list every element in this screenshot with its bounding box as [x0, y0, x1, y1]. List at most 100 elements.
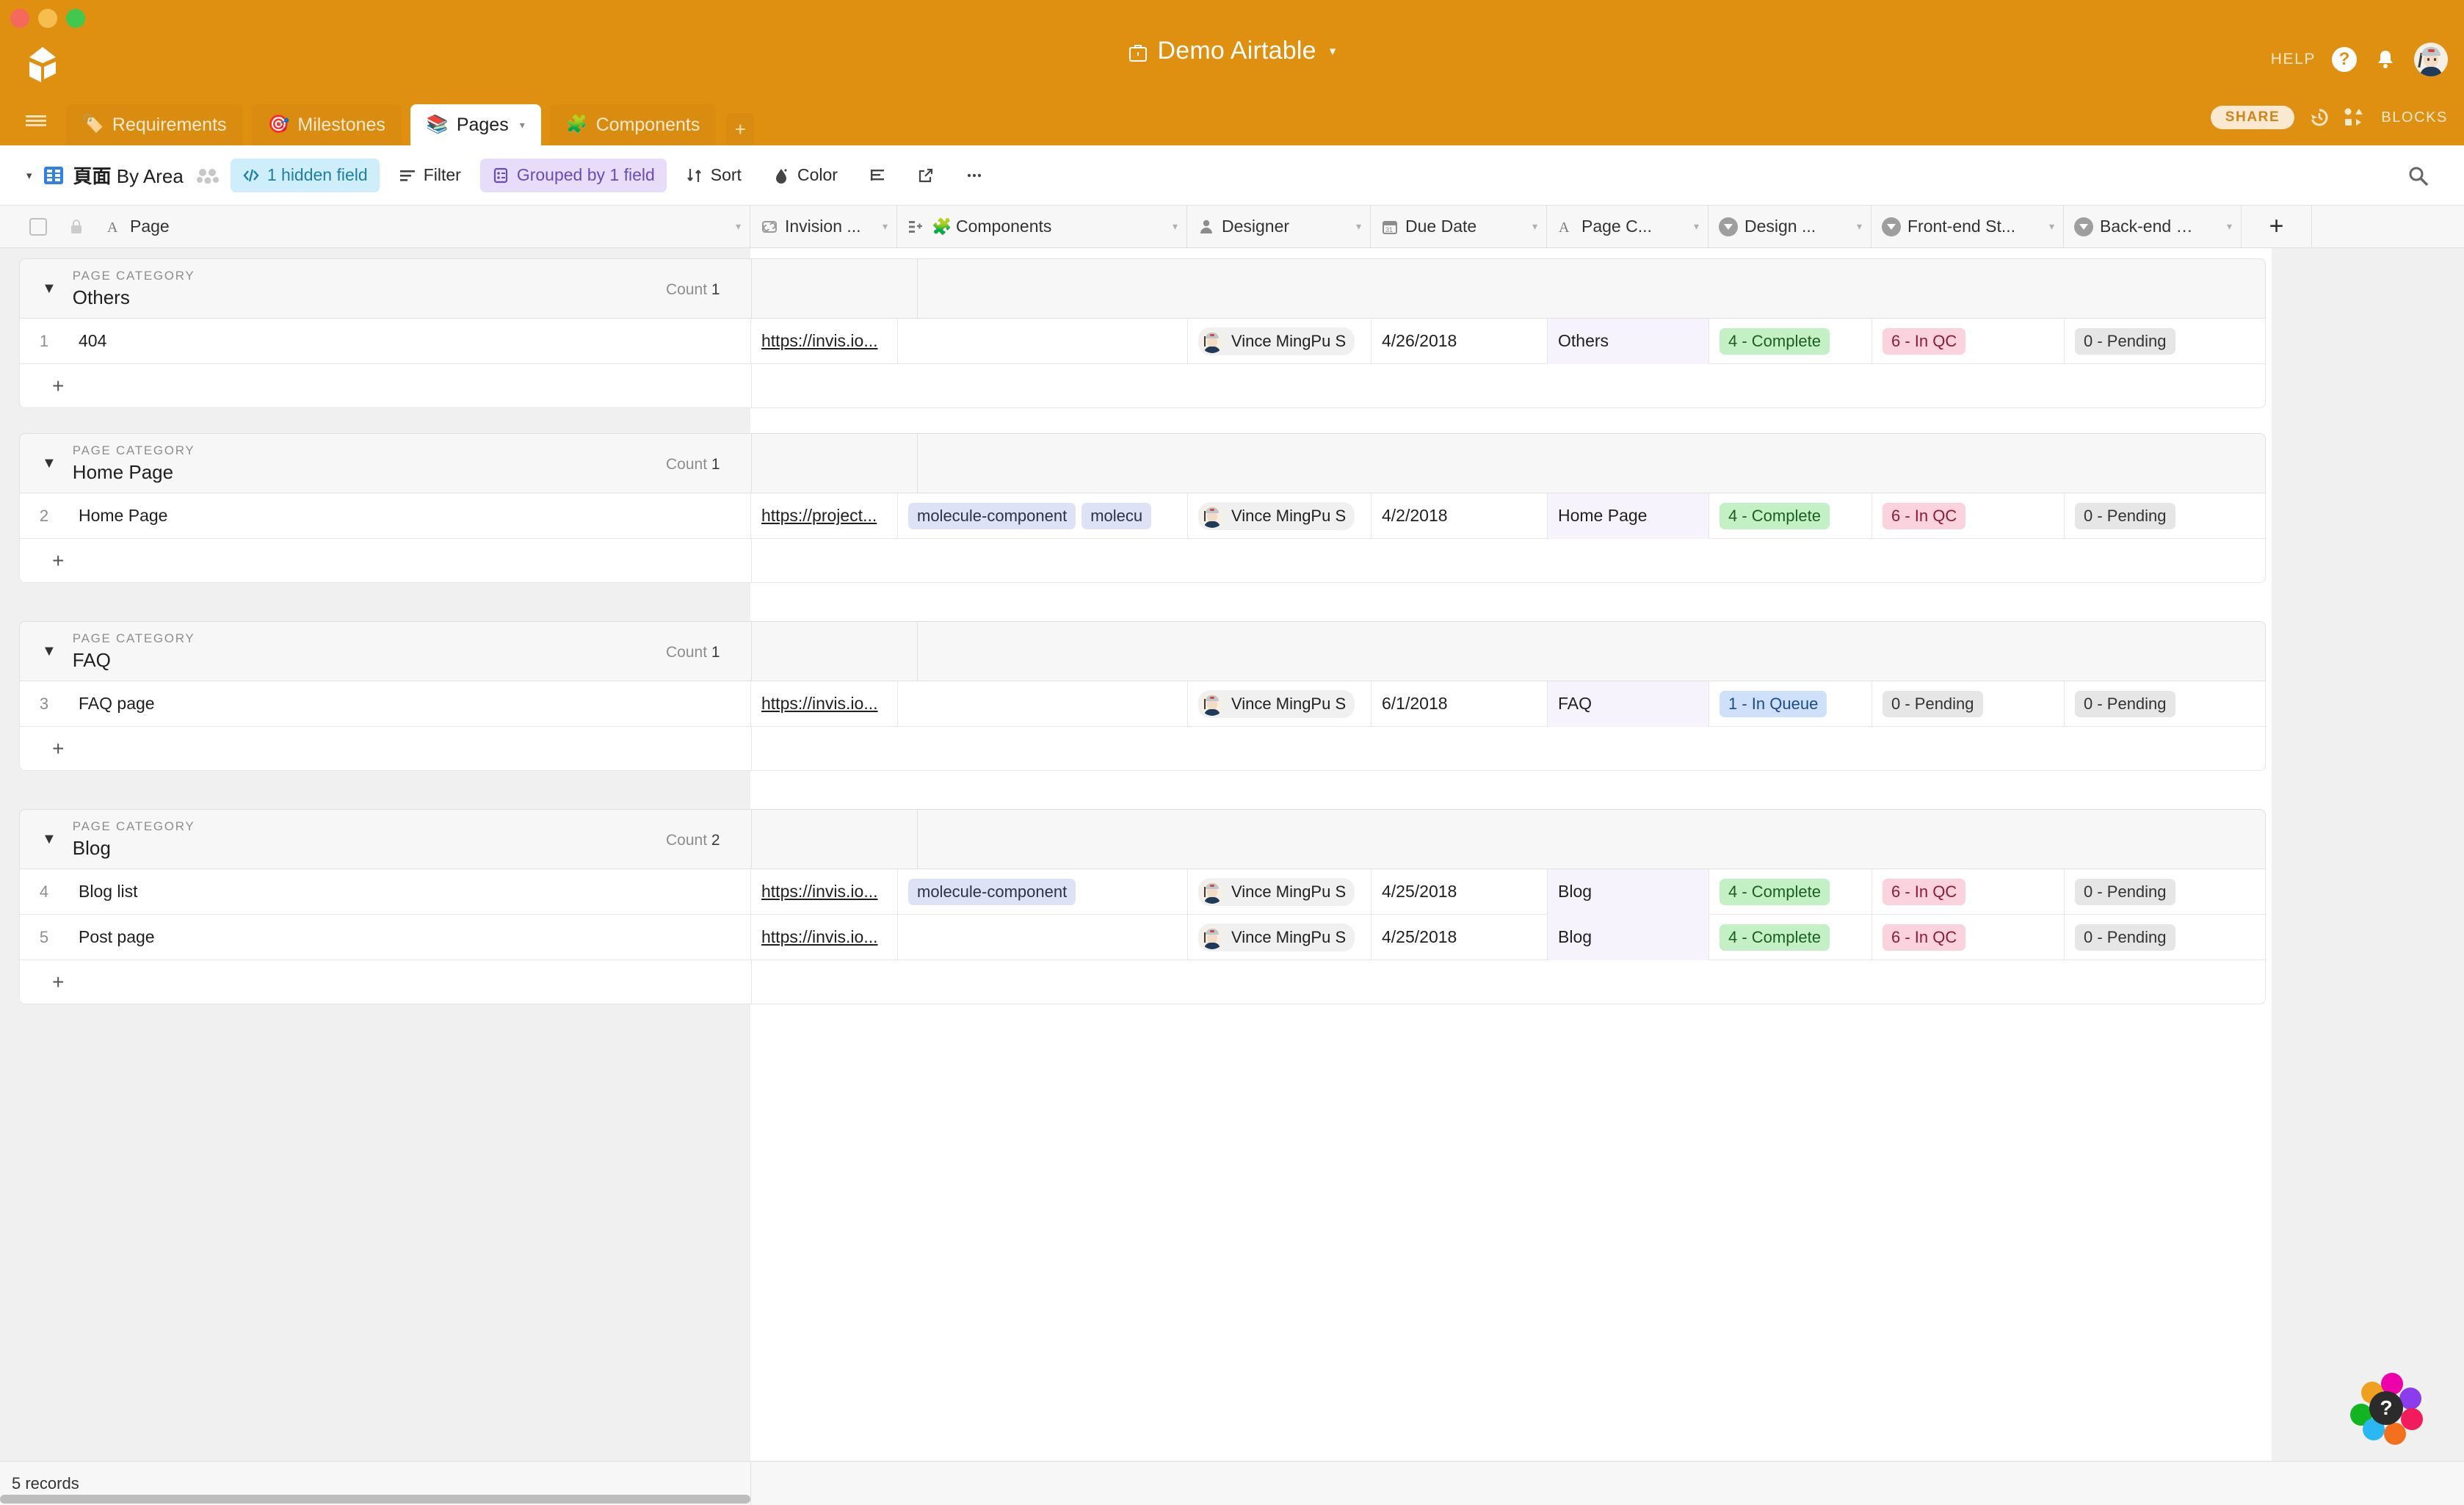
cell-frontend-status[interactable]: 6 - In QC: [1872, 914, 2065, 960]
group-button[interactable]: Grouped by 1 field: [479, 158, 667, 192]
cell-page-category[interactable]: Home Page: [1548, 493, 1709, 539]
cell-frontend-status[interactable]: 0 - Pending: [1872, 681, 2065, 727]
cell-designer[interactable]: Vince MingPu S: [1188, 868, 1371, 915]
cell-page[interactable]: Home Page: [68, 493, 751, 539]
cell-backend-status[interactable]: 0 - Pending: [2065, 493, 2242, 539]
table-row[interactable]: 3 FAQ page https://invis.io... Vince Min…: [19, 681, 2266, 727]
cell-components[interactable]: molecule-component molecu: [898, 493, 1188, 539]
bell-icon[interactable]: [2373, 47, 2398, 72]
cell-components[interactable]: [898, 318, 1188, 364]
window-close-button[interactable]: [10, 9, 29, 28]
cell-invision[interactable]: https://project...: [751, 493, 898, 539]
row-height-button[interactable]: [857, 159, 898, 192]
cell-page-category[interactable]: Others: [1548, 318, 1709, 364]
cell-components[interactable]: [898, 914, 1188, 960]
invision-link[interactable]: https://invis.io...: [761, 927, 878, 947]
table-row[interactable]: 1 404 https://invis.io... Vince MingPu S…: [19, 318, 2266, 364]
hamburger-menu-icon[interactable]: [15, 95, 57, 145]
cell-components[interactable]: [898, 681, 1188, 727]
sort-button[interactable]: Sort: [674, 159, 753, 192]
invision-link[interactable]: https://invis.io...: [761, 694, 878, 714]
field-header-due-date[interactable]: 31 Due Date ▾: [1371, 205, 1547, 248]
help-widget[interactable]: ?: [2349, 1371, 2423, 1445]
cell-backend-status[interactable]: 0 - Pending: [2065, 915, 2242, 960]
cell-page[interactable]: Post page: [68, 914, 751, 960]
tab-milestones[interactable]: 🎯 Milestones: [251, 104, 402, 145]
cell-page[interactable]: Blog list: [68, 868, 751, 915]
field-header-invision[interactable]: Invision ... ▾: [750, 205, 897, 248]
invision-link[interactable]: https://invis.io...: [761, 331, 878, 351]
cell-invision[interactable]: https://invis.io...: [751, 868, 898, 915]
more-options-button[interactable]: [954, 159, 995, 192]
add-table-button[interactable]: +: [726, 113, 755, 145]
group-header-home-page[interactable]: ▼ PAGE CATEGORY Home Page Count 1: [19, 433, 2266, 494]
cell-design-status[interactable]: 1 - In Queue: [1709, 681, 1872, 727]
group-collapse-caret-icon[interactable]: ▼: [42, 280, 57, 297]
field-header-page[interactable]: A Page ▾: [0, 205, 750, 248]
table-row[interactable]: 5 Post page https://invis.io... Vince Mi…: [19, 914, 2266, 960]
cell-invision[interactable]: https://invis.io...: [751, 318, 898, 364]
add-row-button[interactable]: +: [19, 364, 2266, 408]
select-all-checkbox[interactable]: [29, 217, 47, 236]
cell-page[interactable]: FAQ page: [68, 681, 751, 727]
base-title-caret-icon[interactable]: ▾: [1330, 44, 1336, 59]
cell-backend-status[interactable]: 0 - Pending: [2065, 319, 2242, 364]
field-header-designer[interactable]: Designer ▾: [1187, 205, 1371, 248]
tab-pages[interactable]: 📚 Pages ▾: [410, 104, 541, 145]
cell-frontend-status[interactable]: 6 - In QC: [1872, 493, 2065, 539]
field-header-page-category[interactable]: A Page C... ▾: [1547, 205, 1709, 248]
base-title[interactable]: Demo Airtable ▾: [0, 37, 2464, 65]
group-collapse-caret-icon[interactable]: ▼: [42, 643, 57, 660]
cell-page-category[interactable]: FAQ: [1548, 681, 1709, 727]
tab-pages-caret-icon[interactable]: ▾: [520, 119, 525, 131]
cell-backend-status[interactable]: 0 - Pending: [2065, 869, 2242, 915]
cell-designer[interactable]: Vince MingPu S: [1188, 318, 1371, 364]
field-header-components[interactable]: 🧩 Components ▾: [897, 205, 1187, 248]
add-row-button[interactable]: +: [19, 539, 2266, 583]
collaborators-icon[interactable]: [196, 167, 219, 184]
cell-page[interactable]: 404: [68, 318, 751, 364]
question-circle-icon[interactable]: ?: [2332, 47, 2357, 72]
field-header-components-caret-icon[interactable]: ▾: [1173, 220, 1178, 233]
cell-designer[interactable]: Vince MingPu S: [1188, 493, 1371, 539]
field-header-invision-caret-icon[interactable]: ▾: [883, 220, 888, 233]
cell-due-date[interactable]: 4/25/2018: [1371, 868, 1548, 915]
horizontal-scrollbar[interactable]: [0, 1495, 750, 1504]
invision-link[interactable]: https://project...: [761, 506, 877, 526]
add-row-button[interactable]: +: [19, 727, 2266, 771]
field-header-page-category-caret-icon[interactable]: ▾: [1694, 220, 1699, 233]
cell-due-date[interactable]: 4/26/2018: [1371, 318, 1548, 364]
field-header-frontend-status[interactable]: Front-end St... ▾: [1871, 205, 2064, 248]
table-row[interactable]: 4 Blog list https://invis.io... molecule…: [19, 868, 2266, 915]
tab-components[interactable]: 🧩 Components: [549, 104, 717, 145]
group-collapse-caret-icon[interactable]: ▼: [42, 455, 57, 472]
field-header-designer-caret-icon[interactable]: ▾: [1356, 220, 1361, 233]
cell-designer[interactable]: Vince MingPu S: [1188, 681, 1371, 727]
filter-button[interactable]: Filter: [387, 159, 473, 192]
cell-frontend-status[interactable]: 6 - In QC: [1872, 868, 2065, 915]
hidden-fields-button[interactable]: 1 hidden field: [230, 158, 380, 192]
invision-link[interactable]: https://invis.io...: [761, 882, 878, 902]
cell-invision[interactable]: https://invis.io...: [751, 681, 898, 727]
field-header-backend-status[interactable]: Back-end S... ▾: [2064, 205, 2242, 248]
field-header-design-status-caret-icon[interactable]: ▾: [1857, 220, 1862, 233]
share-view-button[interactable]: [905, 159, 946, 192]
color-button[interactable]: Color: [761, 159, 849, 192]
cell-due-date[interactable]: 4/2/2018: [1371, 493, 1548, 539]
search-icon[interactable]: [2407, 164, 2430, 188]
cell-design-status[interactable]: 4 - Complete: [1709, 914, 1872, 960]
group-collapse-caret-icon[interactable]: ▼: [42, 831, 57, 848]
group-header-faq[interactable]: ▼ PAGE CATEGORY FAQ Count 1: [19, 621, 2266, 682]
help-label[interactable]: HELP: [2271, 51, 2316, 68]
cell-design-status[interactable]: 4 - Complete: [1709, 868, 1872, 915]
field-header-frontend-status-caret-icon[interactable]: ▾: [2049, 220, 2054, 233]
field-header-backend-status-caret-icon[interactable]: ▾: [2227, 220, 2232, 233]
cell-invision[interactable]: https://invis.io...: [751, 914, 898, 960]
cell-backend-status[interactable]: 0 - Pending: [2065, 681, 2242, 727]
cell-frontend-status[interactable]: 6 - In QC: [1872, 318, 2065, 364]
tab-requirements[interactable]: 🏷️ Requirements: [66, 104, 243, 145]
cell-page-category[interactable]: Blog: [1548, 914, 1709, 960]
field-header-due-date-caret-icon[interactable]: ▾: [1532, 220, 1537, 233]
cell-due-date[interactable]: 4/25/2018: [1371, 914, 1548, 960]
view-sidebar-toggle-caret-icon[interactable]: ▾: [26, 169, 32, 182]
